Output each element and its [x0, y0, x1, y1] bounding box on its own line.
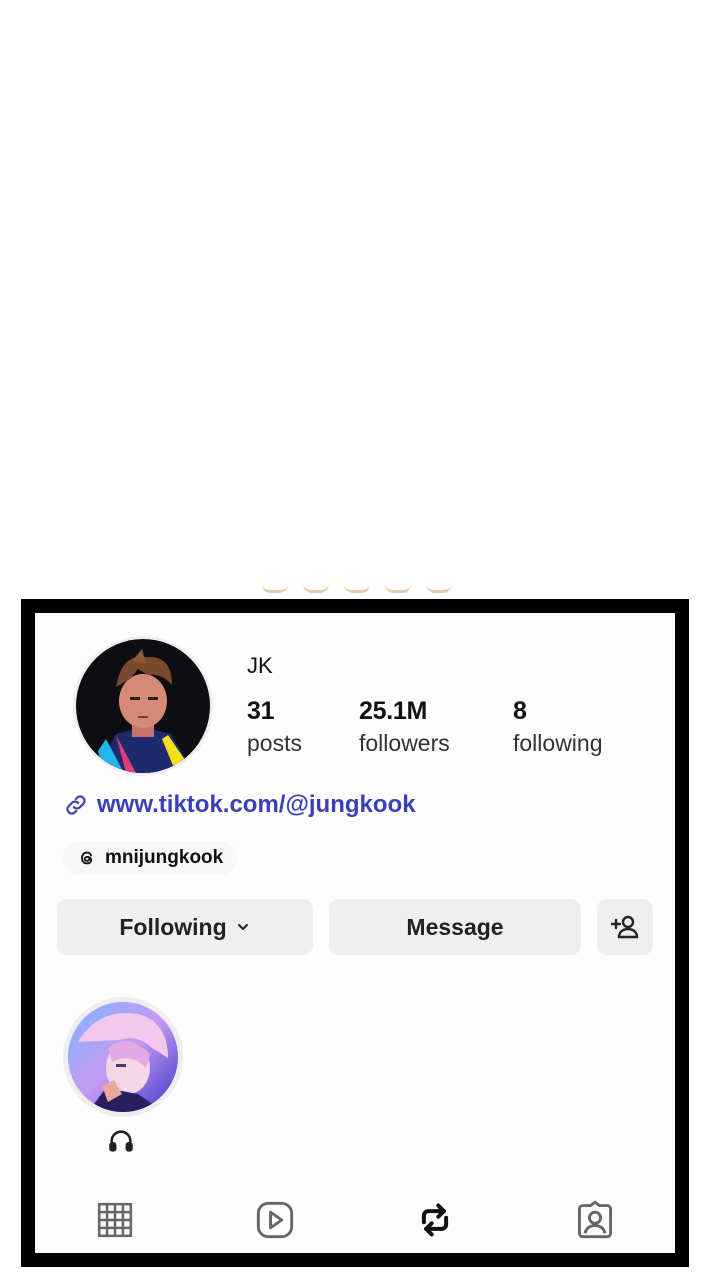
profile-avatar[interactable] [73, 636, 213, 776]
profile-tab-bar [35, 1187, 675, 1253]
add-user-icon [610, 915, 639, 939]
posts-count: 31 [247, 697, 275, 725]
screen: JK 31 posts 25.1M followers 8 following … [0, 0, 720, 1280]
posts-label: posts [247, 730, 302, 756]
bio-link[interactable]: www.tiktok.com/@jungkook [63, 791, 416, 819]
loading-dots [262, 584, 452, 596]
tab-reposts[interactable] [405, 1190, 465, 1250]
followers-stat[interactable]: 25.1M followers [359, 697, 450, 757]
message-button-label: Message [406, 913, 504, 940]
grid-icon [97, 1202, 133, 1238]
tab-reels[interactable] [245, 1190, 305, 1250]
posts-stat[interactable]: 31 posts [247, 697, 302, 757]
story-highlight[interactable] [63, 997, 183, 1152]
tagged-icon [578, 1200, 612, 1239]
following-stat[interactable]: 8 following [513, 697, 603, 757]
followers-count: 25.1M [359, 697, 427, 725]
avatar-image [76, 639, 210, 773]
reels-icon [256, 1201, 294, 1239]
following-button-label: Following [119, 913, 227, 940]
tab-grid[interactable] [85, 1190, 145, 1250]
threads-icon [81, 851, 93, 865]
following-count: 8 [513, 697, 527, 725]
profile-card: JK 31 posts 25.1M followers 8 following … [35, 613, 675, 1253]
profile-username: JK [247, 653, 273, 678]
repost-icon [421, 1203, 449, 1237]
story-highlight-cover [68, 1002, 178, 1112]
following-label: following [513, 730, 603, 756]
chevron-down-icon [237, 924, 248, 930]
link-icon [66, 795, 86, 815]
profile-screenshot-frame: JK 31 posts 25.1M followers 8 following … [21, 599, 689, 1267]
tab-tagged[interactable] [565, 1190, 625, 1250]
bio-link-text: www.tiktok.com/@jungkook [97, 791, 416, 818]
threads-badge[interactable]: mnijungkook [63, 841, 238, 875]
headphones-icon [109, 1130, 133, 1152]
following-button[interactable]: Following [57, 899, 313, 955]
followers-label: followers [359, 730, 450, 756]
add-user-button[interactable] [597, 899, 653, 955]
story-highlight-ring [63, 997, 183, 1117]
threads-handle: mnijungkook [105, 847, 224, 868]
message-button[interactable]: Message [329, 899, 581, 955]
story-highlight-label [107, 1127, 135, 1160]
